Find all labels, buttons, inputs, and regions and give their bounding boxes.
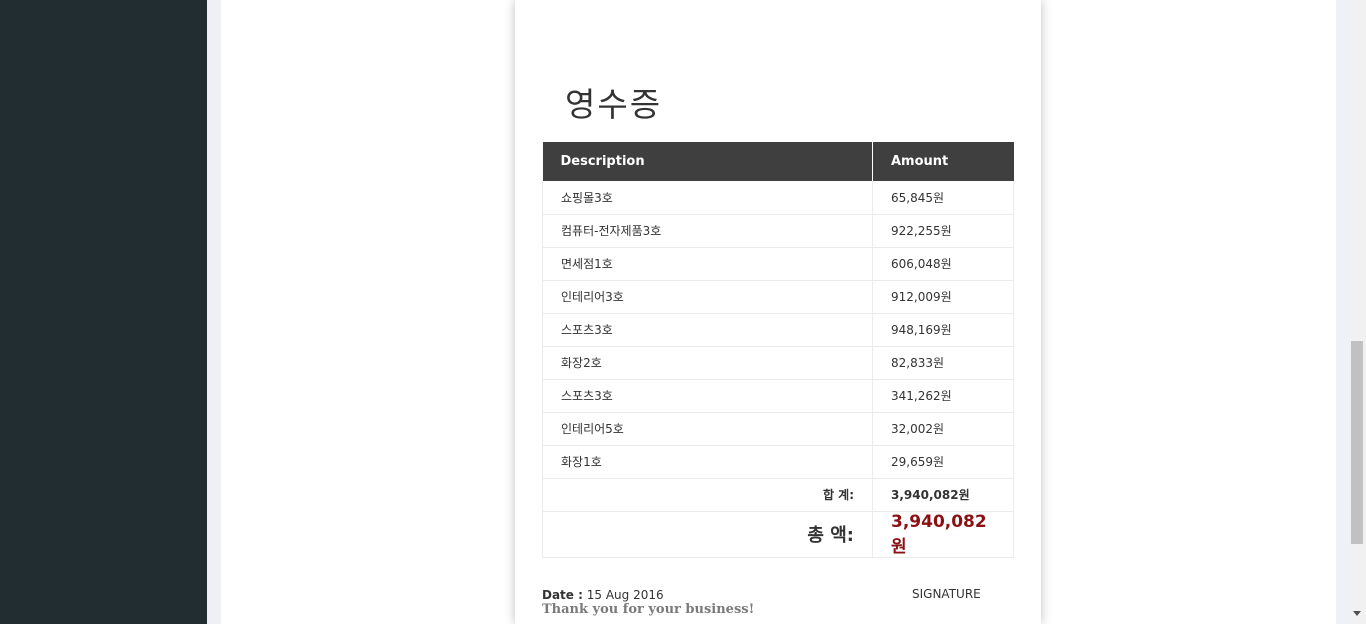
- total-row: 총 액: 3,940,082원: [542, 511, 1014, 558]
- item-amount: 29,659원: [872, 445, 1014, 479]
- thank-you-note: Thank you for your business!: [542, 602, 755, 617]
- receipt-title: 영수증: [565, 85, 663, 124]
- item-description: 스포츠3호: [542, 313, 873, 347]
- scroll-down-arrow-icon[interactable]: [1353, 611, 1361, 616]
- item-amount: 912,009원: [872, 280, 1014, 314]
- table-row: 화장2호 82,833원: [542, 346, 1014, 380]
- table-row: 스포츠3호 341,262원: [542, 379, 1014, 413]
- receipt-table: Description Amount 쇼핑몰3호 65,845원 컴퓨터-전자제…: [542, 142, 1014, 558]
- table-row: 스포츠3호 948,169원: [542, 313, 1014, 347]
- signature-label: SIGNATURE: [912, 587, 981, 601]
- table-row: 컴퓨터-전자제품3호 922,255원: [542, 214, 1014, 248]
- table-row: 인테리어3호 912,009원: [542, 280, 1014, 314]
- page-scrollbar[interactable]: [1349, 0, 1366, 624]
- sidebar: [0, 0, 207, 624]
- item-description: 인테리어3호: [542, 280, 873, 314]
- table-row: 인테리어5호 32,002원: [542, 412, 1014, 446]
- item-amount: 32,002원: [872, 412, 1014, 446]
- item-description: 쇼핑몰3호: [542, 181, 873, 215]
- table-row: 화장1호 29,659원: [542, 445, 1014, 479]
- item-description: 컴퓨터-전자제품3호: [542, 214, 873, 248]
- subtotal-label: 합 계:: [542, 478, 873, 512]
- sidebar-gutter: [207, 0, 221, 624]
- date-value: 15 Aug 2016: [586, 588, 664, 602]
- subtotal-value: 3,940,082원: [872, 478, 1014, 512]
- item-amount: 922,255원: [872, 214, 1014, 248]
- total-value: 3,940,082원: [872, 511, 1014, 558]
- item-description: 화장1호: [542, 445, 873, 479]
- item-description: 화장2호: [542, 346, 873, 380]
- item-amount: 606,048원: [872, 247, 1014, 281]
- table-row: 면세점1호 606,048원: [542, 247, 1014, 281]
- receipt-date: Date : 15 Aug 2016: [542, 588, 664, 602]
- item-amount: 341,262원: [872, 379, 1014, 413]
- total-label: 총 액:: [542, 511, 873, 558]
- item-description: 인테리어5호: [542, 412, 873, 446]
- receipt-paper: 영수증 Description Amount 쇼핑몰3호 65,845원 컴퓨터…: [515, 0, 1041, 624]
- item-amount: 65,845원: [872, 181, 1014, 215]
- scrollbar-thumb[interactable]: [1351, 341, 1363, 544]
- date-label: Date :: [542, 588, 583, 602]
- table-row: 쇼핑몰3호 65,845원: [542, 181, 1014, 215]
- item-description: 스포츠3호: [542, 379, 873, 413]
- column-header-description: Description: [542, 142, 873, 181]
- subtotal-row: 합 계: 3,940,082원: [542, 478, 1014, 512]
- table-header-row: Description Amount: [542, 142, 1014, 181]
- item-description: 면세점1호: [542, 247, 873, 281]
- column-header-amount: Amount: [872, 142, 1014, 181]
- item-amount: 82,833원: [872, 346, 1014, 380]
- item-amount: 948,169원: [872, 313, 1014, 347]
